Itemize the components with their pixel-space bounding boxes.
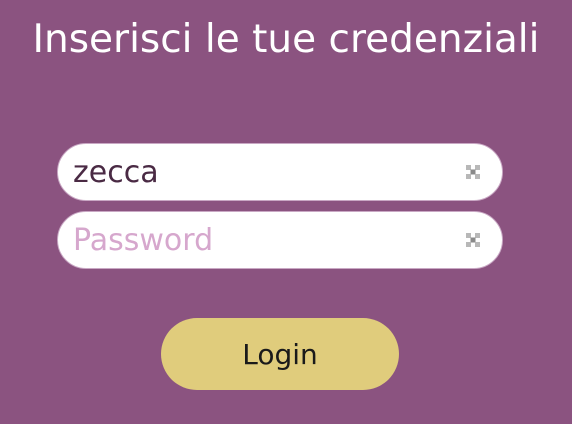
username-field[interactable] xyxy=(58,147,443,197)
username-field-wrapper xyxy=(57,143,503,201)
password-field[interactable] xyxy=(58,215,443,265)
page-title: Inserisci le tue credenziali xyxy=(32,17,540,62)
login-button[interactable]: Login xyxy=(161,318,399,390)
clear-icon[interactable] xyxy=(464,163,482,181)
clear-icon[interactable] xyxy=(464,231,482,249)
password-field-wrapper xyxy=(57,211,503,269)
